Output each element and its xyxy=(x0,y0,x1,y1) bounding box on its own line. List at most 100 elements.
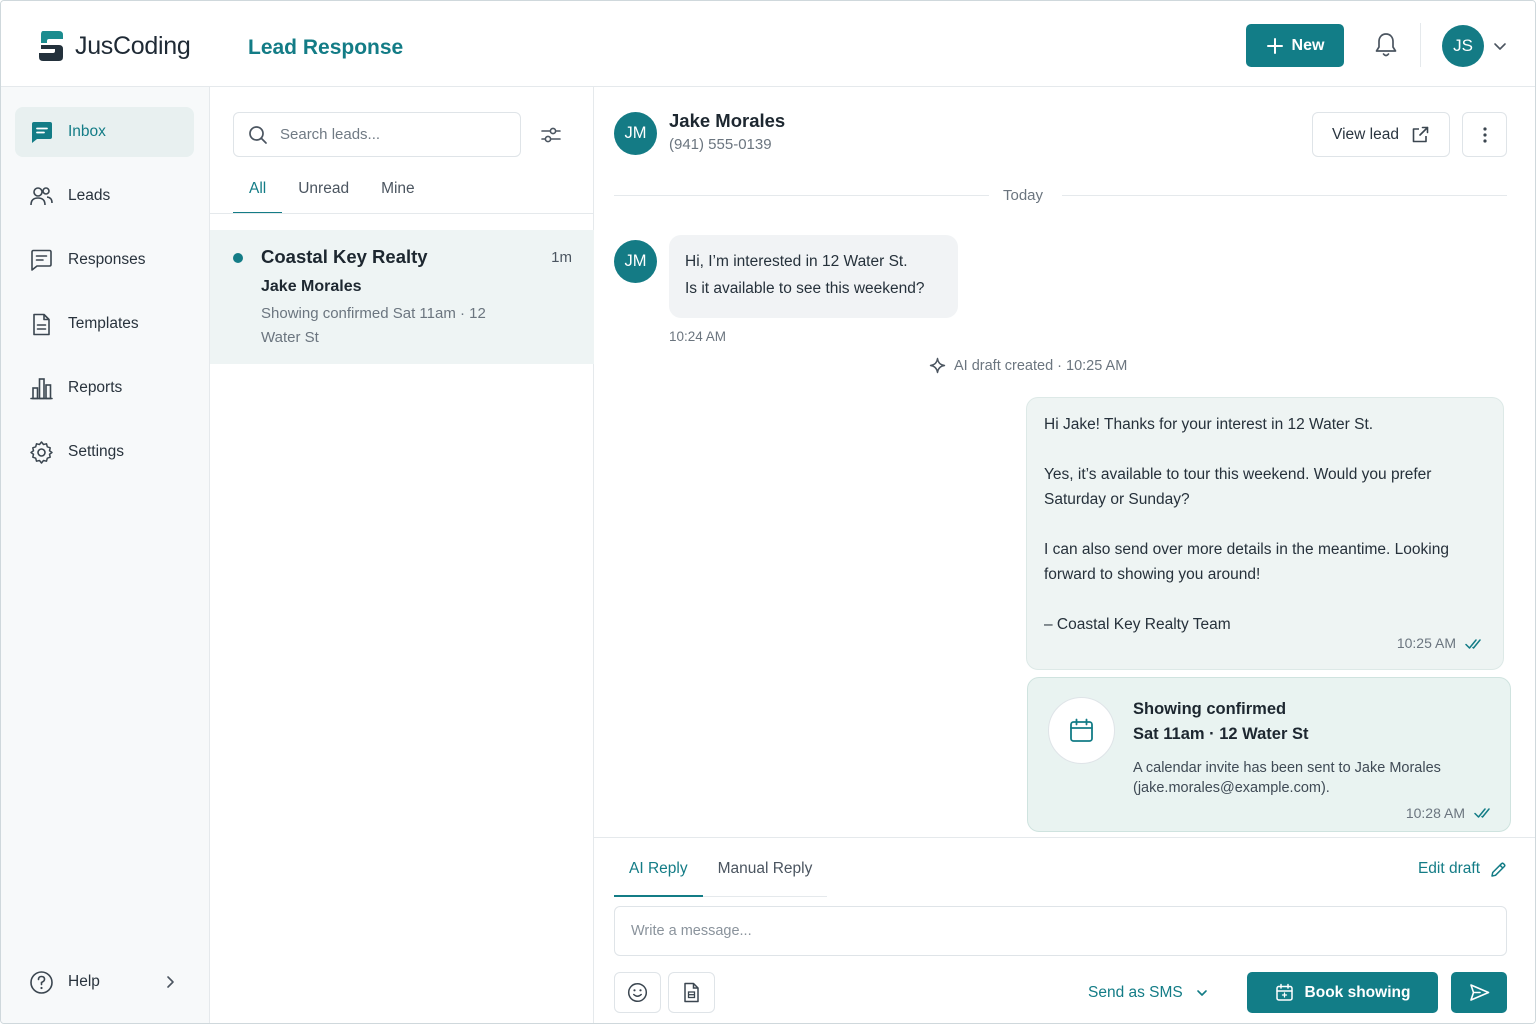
message-meta: 10:25 AM xyxy=(1397,631,1485,656)
divider xyxy=(614,195,989,196)
sidebar-item-label: Responses xyxy=(68,251,146,268)
view-lead-label: View lead xyxy=(1332,125,1399,143)
contact-name: Jake Morales xyxy=(669,110,786,131)
bar-chart-icon xyxy=(30,377,53,399)
lead-name: Jake Morales xyxy=(261,278,362,295)
search-input[interactable] xyxy=(280,126,500,143)
incoming-message: Hi, I’m interested in 12 Water St. Is it… xyxy=(669,235,958,318)
more-options-button[interactable] xyxy=(1462,112,1507,157)
message-line: Hi, I’m interested in 12 Water St. xyxy=(685,253,908,270)
sidebar: Inbox Leads Responses Templates Reports … xyxy=(1,87,210,1023)
message-timestamp: 10:24 AM xyxy=(669,329,727,344)
reply-composer: AI Reply Manual Reply Edit draft Write a… xyxy=(594,837,1535,1023)
top-header: JusCoding Lead Response New JS xyxy=(1,1,1535,87)
divider xyxy=(210,213,594,214)
user-avatar[interactable]: JS xyxy=(1442,25,1484,67)
send-as-dropdown[interactable]: Send as SMS xyxy=(1088,984,1209,1002)
message-paragraph: I can also send over more details in the… xyxy=(1044,541,1449,583)
message-meta: 10:28 AM xyxy=(1406,805,1494,821)
brand-logo[interactable]: JusCoding xyxy=(37,29,191,63)
view-lead-button[interactable]: View lead xyxy=(1312,112,1450,157)
external-link-icon xyxy=(1412,126,1429,143)
ai-draft-text: AI draft created · 10:25 AM xyxy=(954,357,1128,374)
gear-icon xyxy=(30,440,53,464)
new-button[interactable]: New xyxy=(1246,24,1344,67)
tab-mine[interactable]: Mine xyxy=(365,179,431,214)
sidebar-item-label: Inbox xyxy=(68,123,106,140)
confirmation-description: A calendar invite has been sent to Jake … xyxy=(1133,760,1441,796)
help-icon xyxy=(30,970,53,994)
lead-list-pane: All Unread Mine Coastal Key Realty 1m Ja… xyxy=(210,87,594,1023)
tab-ai-reply[interactable]: AI Reply xyxy=(614,854,703,897)
message-icon xyxy=(31,249,52,271)
page-title: Lead Response xyxy=(248,36,404,59)
tab-unread[interactable]: Unread xyxy=(282,179,365,214)
plus-icon xyxy=(1266,37,1283,54)
chevron-down-icon xyxy=(1196,990,1207,996)
lead-time: 1m xyxy=(551,249,572,266)
divider xyxy=(1062,195,1507,196)
contact-avatar: JM xyxy=(614,112,657,155)
pencil-icon xyxy=(1491,861,1506,877)
confirmation-title: Showing confirmed xyxy=(1133,700,1287,718)
calendar-icon xyxy=(1070,718,1093,742)
emoji-icon xyxy=(627,982,648,1003)
day-separator-label: Today xyxy=(1003,187,1044,204)
new-button-label: New xyxy=(1291,36,1325,54)
message-paragraph: Yes, it’s available to tour this weekend… xyxy=(1044,466,1432,508)
sidebar-item-label: Leads xyxy=(68,187,111,204)
emoji-button[interactable] xyxy=(614,972,661,1013)
sidebar-item-label: Reports xyxy=(68,379,123,396)
brand-name: JusCoding xyxy=(75,31,191,60)
sidebar-item-templates[interactable]: Templates xyxy=(15,299,194,349)
header-divider xyxy=(1420,23,1421,67)
filter-sliders-icon[interactable] xyxy=(540,124,562,146)
send-button[interactable] xyxy=(1451,972,1507,1013)
app-window: JusCoding Lead Response New JS Inbox Lea… xyxy=(0,0,1536,1024)
sidebar-item-label: Settings xyxy=(68,443,125,460)
bell-icon[interactable] xyxy=(1373,31,1399,59)
unread-indicator xyxy=(233,253,243,263)
outgoing-message: Hi Jake! Thanks for your interest in 12 … xyxy=(1026,397,1504,670)
send-icon xyxy=(1469,984,1489,1001)
sidebar-item-help[interactable]: Help xyxy=(15,957,194,1007)
edit-draft-button[interactable]: Edit draft xyxy=(1418,860,1507,878)
list-item[interactable]: Coastal Key Realty 1m Jake Morales Showi… xyxy=(210,230,594,364)
book-showing-label: Book showing xyxy=(1304,983,1411,1001)
search-icon xyxy=(249,125,267,144)
sidebar-item-settings[interactable]: Settings xyxy=(15,427,194,477)
contact-phone: (941) 555-0139 xyxy=(669,136,772,153)
message-avatar: JM xyxy=(614,240,657,283)
attach-template-button[interactable] xyxy=(668,972,715,1013)
tab-all[interactable]: All xyxy=(233,179,283,214)
double-check-icon xyxy=(1465,638,1481,649)
edit-draft-label: Edit draft xyxy=(1417,860,1480,877)
confirmation-subtitle: Sat 11am · 12 Water St xyxy=(1133,725,1309,743)
showing-confirmation-card: Showing confirmed Sat 11am · 12 Water St… xyxy=(1027,677,1511,832)
lead-filter-tabs: All Unread Mine xyxy=(233,179,431,214)
sparkle-icon xyxy=(929,357,946,374)
message-timestamp: 10:25 AM xyxy=(1396,635,1456,651)
file-template-icon xyxy=(684,982,699,1003)
book-showing-button[interactable]: Book showing xyxy=(1247,972,1438,1013)
chevron-down-icon[interactable] xyxy=(1493,39,1507,53)
message-timestamp: 10:28 AM xyxy=(1405,805,1465,821)
logo-icon xyxy=(39,31,63,61)
calendar-badge xyxy=(1048,697,1115,764)
sidebar-item-inbox[interactable]: Inbox xyxy=(15,107,194,157)
sidebar-item-reports[interactable]: Reports xyxy=(15,363,194,413)
search-box xyxy=(233,112,521,157)
reply-mode-tabs: AI Reply Manual Reply xyxy=(614,854,828,897)
message-input[interactable] xyxy=(614,906,1507,956)
sidebar-item-leads[interactable]: Leads xyxy=(15,171,194,221)
double-check-icon xyxy=(1474,808,1490,818)
calendar-icon xyxy=(1275,983,1293,1001)
chevron-right-icon xyxy=(167,976,174,988)
sidebar-item-responses[interactable]: Responses xyxy=(15,235,194,285)
document-icon xyxy=(33,313,50,335)
lead-company: Coastal Key Realty xyxy=(261,246,428,267)
conversation-pane: JM Jake Morales (941) 555-0139 View lead… xyxy=(594,87,1535,1023)
lead-preview: Showing confirmed Sat 11am · 12 Water St xyxy=(261,305,486,346)
tab-manual-reply[interactable]: Manual Reply xyxy=(703,854,828,896)
users-icon xyxy=(30,186,53,205)
